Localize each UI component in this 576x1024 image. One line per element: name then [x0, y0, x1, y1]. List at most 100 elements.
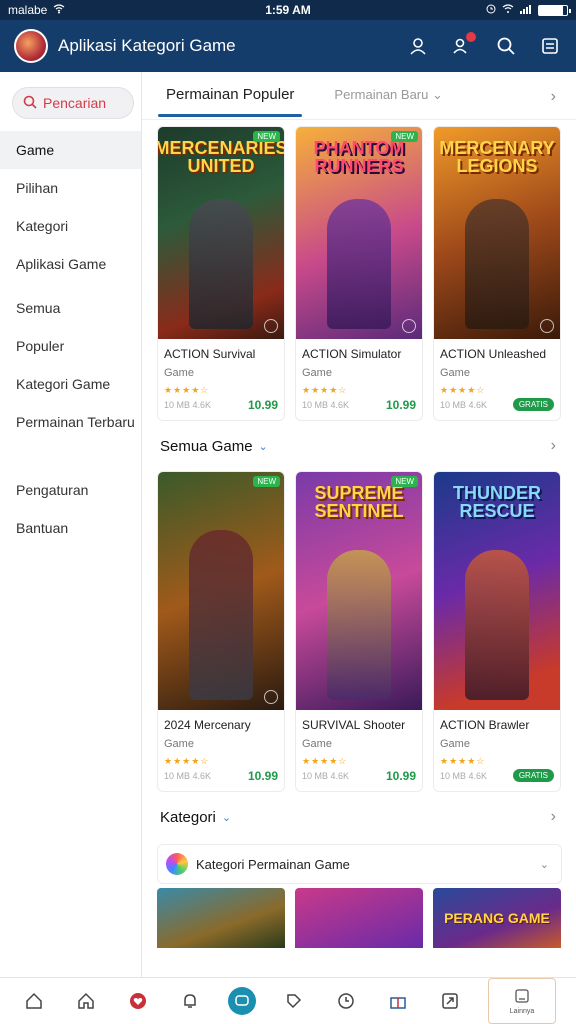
sidebar-item-bantuan[interactable]: Bantuan	[0, 509, 141, 547]
character-figure	[189, 530, 253, 700]
gift-icon[interactable]	[384, 987, 412, 1015]
game-price-pill[interactable]: GRATIS	[512, 398, 554, 411]
character-figure	[465, 199, 529, 329]
wifi-status-icon	[502, 3, 514, 17]
game-card[interactable]: NEW 2024 Mercenary Game ★★★★☆ 10 MB 4.6K…	[157, 471, 285, 792]
status-time: 1:59 AM	[265, 3, 311, 17]
cover-title: MERCENARIES UNITED	[157, 138, 285, 176]
bottom-nav: Lainnya	[0, 977, 576, 1024]
sidebar-item-pilihan[interactable]: Pilihan	[0, 169, 141, 207]
game-card[interactable]: SUPREME SENTINEL NEW SURVIVAL Shooter Ga…	[295, 471, 423, 792]
bell-icon[interactable]	[176, 987, 204, 1015]
sidebar-item-permainan-terbaru[interactable]: Permainan Terbaru	[0, 403, 141, 441]
heart-icon[interactable]	[124, 987, 152, 1015]
new-badge: NEW	[391, 131, 418, 142]
app-title: Aplikasi Kategori Game	[58, 36, 236, 55]
cover-title: THUNDER RESCUE	[453, 483, 541, 521]
signal-icon	[520, 3, 532, 17]
tab-popular[interactable]: Permainan Populer	[158, 74, 303, 117]
section-header[interactable]: Kategori ⌄ ›	[142, 792, 576, 842]
sidebar-item-game[interactable]: Game	[0, 131, 141, 169]
sidebar-item-populer[interactable]: Populer	[0, 327, 141, 365]
game-card[interactable]: PHANTOM RUNNERS NEW ACTION Simulator Gam…	[295, 126, 423, 421]
more-button[interactable]: Lainnya	[488, 978, 556, 1024]
game-name: ACTION Brawler	[440, 718, 530, 732]
game-name: ACTION Unleashed	[440, 347, 547, 361]
category-dropdown[interactable]: Kategori Permainan Game ⌄	[157, 844, 562, 884]
alarm-icon	[486, 3, 496, 17]
sidebar-item-kategori[interactable]: Kategori	[0, 207, 141, 245]
section-header[interactable]: Semua Game ⌄ ›	[142, 421, 576, 471]
game-price-pill[interactable]: GRATIS	[512, 769, 554, 782]
tab-new[interactable]: Permainan Baru ⌄	[326, 75, 450, 117]
game-cover: SUPREME SENTINEL NEW	[296, 472, 422, 710]
corner-icon	[264, 319, 278, 333]
featured-row: MERCENARIES UNITED NEW ACTION Survival G…	[142, 120, 576, 421]
game-cover: NEW	[158, 472, 284, 710]
chevron-right-icon[interactable]: ›	[551, 437, 556, 455]
game-subtitle: Game	[164, 738, 194, 750]
category-thumb[interactable]: PERANG GAME	[433, 888, 561, 948]
game-meta: 10 MB 4.6K	[164, 400, 212, 410]
sidebar-item-kategori-game[interactable]: Kategori Game	[0, 365, 141, 403]
game-cover: MERCENARIES UNITED NEW	[158, 127, 284, 339]
game-cover: PHANTOM RUNNERS NEW	[296, 127, 422, 339]
character-figure	[189, 199, 253, 329]
section-title: Kategori	[160, 808, 216, 826]
sidebar: Pencarian Game Pilihan Kategori Aplikasi…	[0, 72, 142, 977]
game-card[interactable]: MERCENARY LEGIONS ACTION Unleashed Game …	[433, 126, 561, 421]
battery-level	[539, 5, 563, 15]
corner-icon	[540, 319, 554, 333]
chevron-right-icon[interactable]: ›	[551, 808, 556, 826]
character-figure	[465, 550, 529, 700]
notification-badge	[466, 32, 476, 42]
app-logo[interactable]	[14, 29, 48, 63]
tab-bar: Permainan Populer Permainan Baru ⌄ ›	[142, 72, 576, 120]
game-price[interactable]: 10.99	[386, 769, 416, 783]
game-card[interactable]: THUNDER RESCUE ACTION Brawler Game ★★★★☆…	[433, 471, 561, 792]
section-title: Semua Game	[160, 437, 253, 455]
game-cover: MERCENARY LEGIONS	[434, 127, 560, 339]
share-icon[interactable]	[436, 987, 464, 1015]
clock-icon[interactable]	[332, 987, 360, 1015]
game-meta: 10 MB 4.6K	[302, 400, 350, 410]
chevron-down-icon: ⌄	[539, 858, 549, 871]
new-badge: NEW	[391, 476, 418, 487]
new-badge: NEW	[253, 476, 280, 487]
game-name: SURVIVAL Shooter	[302, 718, 406, 732]
home-outline-icon[interactable]	[20, 987, 48, 1015]
cover-title: SUPREME SENTINEL	[314, 483, 404, 521]
game-price[interactable]: 10.99	[386, 398, 416, 412]
game-subtitle: Game	[164, 367, 194, 379]
character-figure	[327, 550, 391, 700]
character-figure	[327, 199, 391, 329]
corner-icon	[264, 690, 278, 704]
chevron-down-icon: ⌄	[221, 811, 232, 824]
game-card[interactable]: MERCENARIES UNITED NEW ACTION Survival G…	[157, 126, 285, 421]
tag-icon[interactable]	[280, 987, 308, 1015]
game-meta: 10 MB 4.6K	[440, 770, 488, 781]
rating-stars: ★★★★☆	[302, 385, 348, 395]
chevron-right-icon[interactable]: ›	[551, 88, 556, 106]
notification-icon[interactable]	[450, 32, 476, 58]
category-thumb[interactable]	[157, 888, 285, 948]
app-bar: Aplikasi Kategori Game	[0, 20, 576, 72]
sidebar-item-aplikasi[interactable]: Aplikasi Game	[0, 245, 141, 283]
category-thumb[interactable]	[295, 888, 423, 948]
profile-icon[interactable]	[406, 34, 430, 58]
tab-new-label: Permainan Baru	[334, 86, 429, 102]
sidebar-search-button[interactable]: Pencarian	[12, 87, 134, 119]
chat-icon[interactable]	[228, 987, 256, 1015]
game-name: 2024 Mercenary	[164, 718, 251, 732]
search-icon[interactable]	[494, 34, 518, 58]
home-icon[interactable]	[72, 987, 100, 1015]
rating-stars: ★★★★☆	[440, 385, 486, 395]
game-price[interactable]: 10.99	[248, 398, 278, 412]
sidebar-item-pengaturan[interactable]: Pengaturan	[0, 471, 141, 509]
menu-icon[interactable]	[538, 34, 562, 58]
sidebar-item-semua[interactable]: Semua	[0, 289, 141, 327]
game-price[interactable]: 10.99	[248, 769, 278, 783]
battery-icon	[538, 4, 571, 16]
rating-stars: ★★★★☆	[164, 385, 210, 395]
rating-stars: ★★★★☆	[164, 756, 210, 766]
